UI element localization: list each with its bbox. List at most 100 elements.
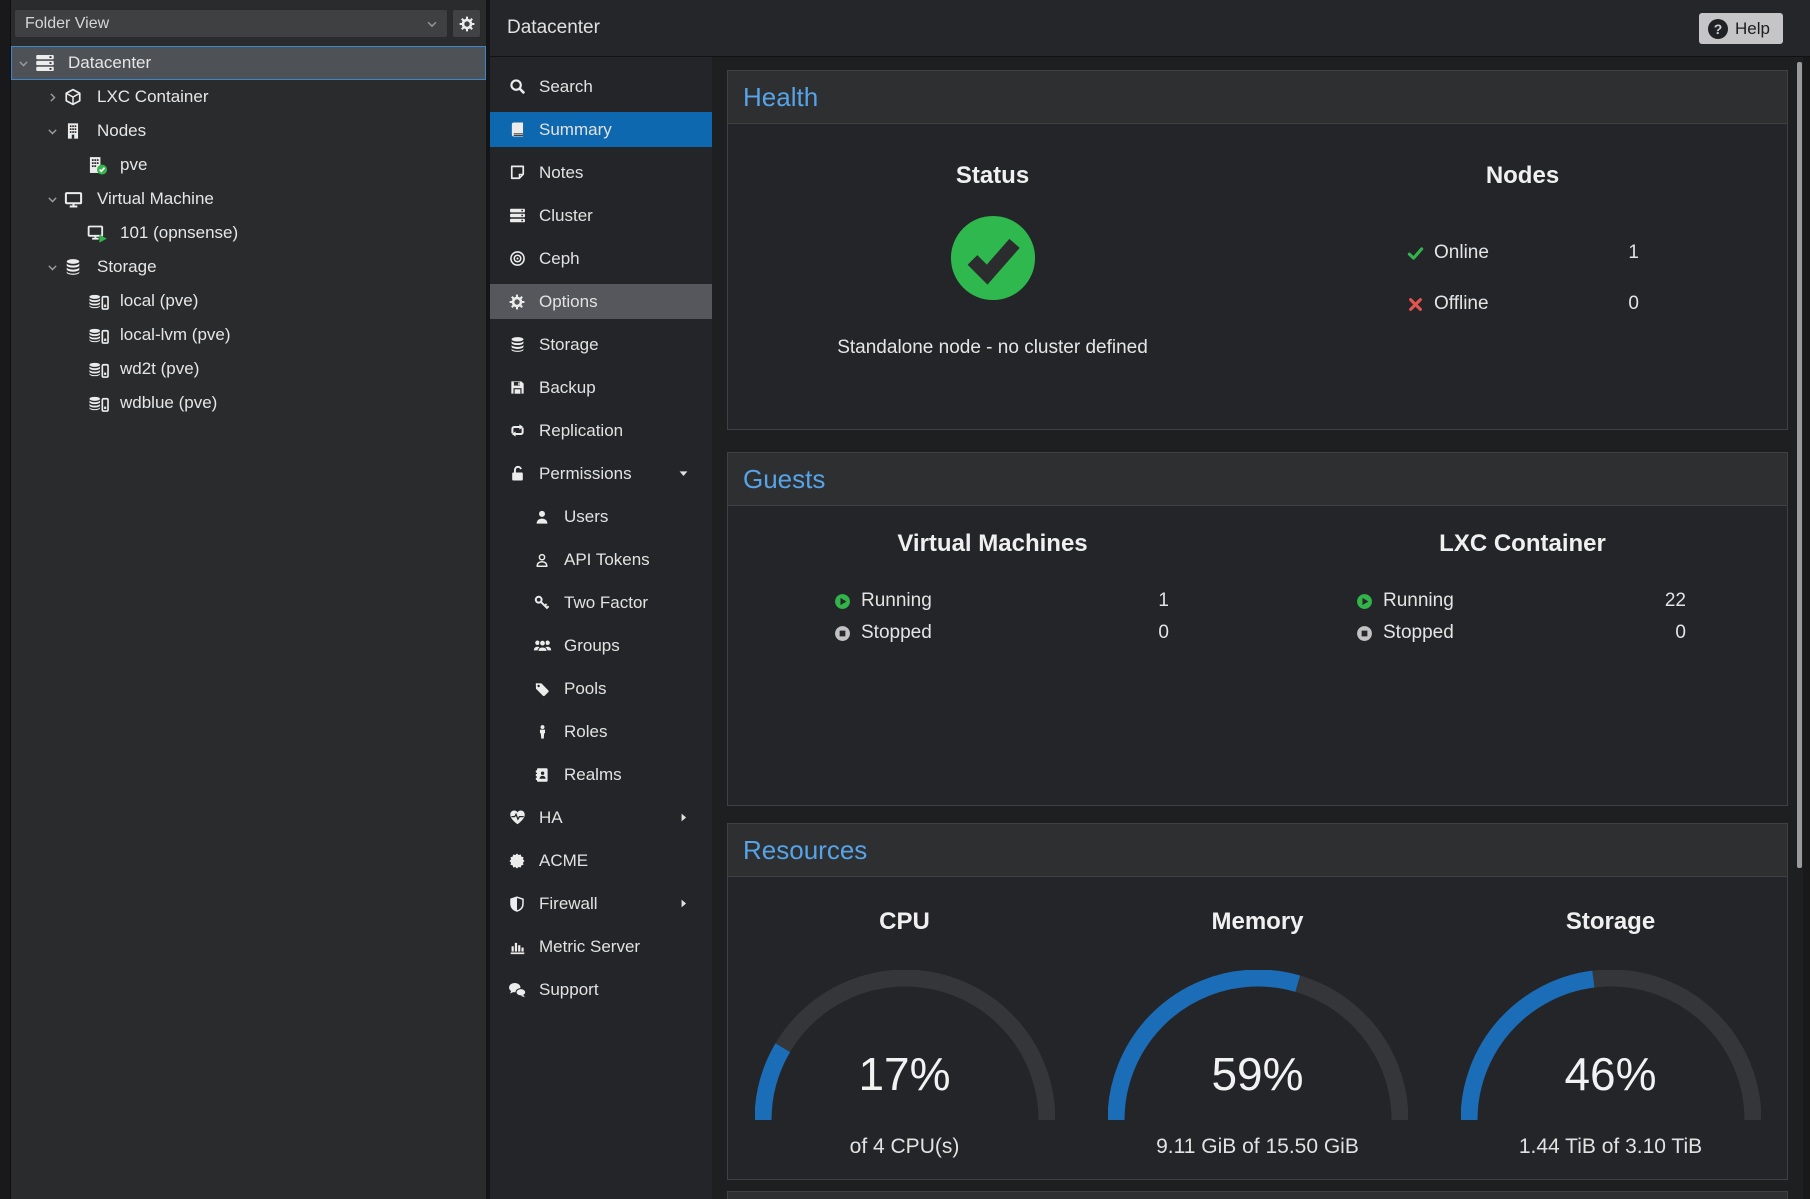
vm-running-row: Running 1 [834, 586, 1169, 616]
menu-item-summary[interactable]: Summary [490, 108, 712, 151]
expander-down-icon[interactable] [46, 125, 64, 138]
row-label: Stopped [861, 622, 932, 644]
tree-item-storage[interactable]: Storage [11, 250, 486, 284]
memory-gauge-title: Memory [1081, 908, 1434, 936]
tree-item-label: Virtual Machine [97, 189, 214, 209]
tree-item-storage-local-lvm[interactable]: local-lvm (pve) [11, 318, 486, 352]
stop-circle-icon [834, 625, 851, 642]
nodes-section: Nodes Online 1 Offline 0 [1258, 124, 1787, 428]
tree-item-nodes[interactable]: Nodes [11, 114, 486, 148]
caret-right-icon [677, 897, 690, 910]
menu-item-label: Groups [564, 636, 620, 656]
menu-item-label: Firewall [539, 894, 598, 914]
tree-item-label: wd2t (pve) [120, 359, 199, 379]
menu-item-api-tokens[interactable]: API Tokens [490, 538, 712, 581]
row-label: Offline [1434, 293, 1489, 315]
tree-item-datacenter[interactable]: Datacenter [11, 46, 486, 80]
status-section: Status Standalone node - no cluster defi… [728, 124, 1257, 428]
row-value: 1 [1628, 242, 1639, 264]
health-panel-header: Health [728, 71, 1787, 124]
content-topbar: Datacenter ? Help [490, 0, 1810, 57]
help-button[interactable]: ? Help [1699, 13, 1783, 44]
expander-right-icon[interactable] [46, 91, 64, 104]
menu-item-pools[interactable]: Pools [490, 667, 712, 710]
status-title: Status [728, 162, 1257, 190]
menu-item-notes[interactable]: Notes [490, 151, 712, 194]
expander-down-icon[interactable] [46, 261, 64, 274]
gear-icon [508, 293, 526, 310]
menu-item-realms[interactable]: Realms [490, 753, 712, 796]
guests-panel-body: Virtual Machines Running 1 Stopped 0 LXC… [728, 506, 1787, 804]
menu-item-metric-server[interactable]: Metric Server [490, 925, 712, 968]
floppy-icon [508, 379, 526, 396]
book-icon [508, 121, 526, 138]
guests-panel-title: Guests [743, 464, 825, 495]
menu-item-options[interactable]: Options [490, 280, 712, 323]
view-mode-value: Folder View [25, 15, 109, 33]
menu-item-firewall[interactable]: Firewall [490, 882, 712, 925]
tree-item-storage-local[interactable]: local (pve) [11, 284, 486, 318]
menu-item-users[interactable]: Users [490, 495, 712, 538]
play-circle-icon [834, 593, 851, 610]
desktop-play-icon [87, 224, 113, 243]
heartbeat-icon [508, 809, 526, 826]
expander-down-icon[interactable] [17, 57, 35, 70]
ceph-icon [508, 250, 526, 267]
summary-content: Health Status Standalone node - no clust… [712, 57, 1810, 1199]
menu-item-replication[interactable]: Replication [490, 409, 712, 452]
tree-item-vm-101[interactable]: 101 (opnsense) [11, 216, 486, 250]
gear-icon [459, 16, 475, 32]
storage-gauge: Storage 46% 1.44 TiB of 3.10 TiB [1434, 877, 1787, 1178]
menu-item-backup[interactable]: Backup [490, 366, 712, 409]
menu-item-groups[interactable]: Groups [490, 624, 712, 667]
resources-panel-body: CPU 17% of 4 CPU(s) Memory 59% 9.11 [728, 877, 1787, 1178]
expander-down-icon[interactable] [46, 193, 64, 206]
check-icon [1407, 245, 1424, 262]
menu-item-ceph[interactable]: Ceph [490, 237, 712, 280]
storage-gauge-title: Storage [1434, 908, 1787, 936]
vertical-scrollbar[interactable] [1797, 62, 1802, 868]
nodes-title: Nodes [1258, 162, 1787, 190]
menu-item-cluster[interactable]: Cluster [490, 194, 712, 237]
menu-item-label: Summary [539, 120, 612, 140]
tree-settings-button[interactable] [452, 9, 481, 38]
resources-panel: Resources CPU 17% of 4 CPU(s) Memory [727, 823, 1788, 1180]
cpu-gauge-title: CPU [728, 908, 1081, 936]
resources-panel-header: Resources [728, 824, 1787, 877]
caret-right-icon [677, 811, 690, 824]
tree-item-label: pve [120, 155, 147, 175]
cross-icon [1407, 296, 1424, 313]
datacenter-menu: Search Summary Notes Cluster Ceph Option… [490, 57, 712, 1011]
row-label: Online [1434, 242, 1489, 264]
tree-item-label: Storage [97, 257, 157, 277]
tree-item-label: local-lvm (pve) [120, 325, 231, 345]
server-icon [35, 53, 61, 73]
check-circle-icon [949, 214, 1037, 302]
memory-gauge-subtitle: 9.11 GiB of 15.50 GiB [1081, 1135, 1434, 1159]
menu-item-label: Support [539, 980, 599, 1000]
row-label: Running [861, 590, 932, 612]
window-right-edge [1803, 57, 1810, 1199]
menu-item-two-factor[interactable]: Two Factor [490, 581, 712, 624]
tree-item-storage-wd2t[interactable]: wd2t (pve) [11, 352, 486, 386]
vm-stopped-row: Stopped 0 [834, 618, 1169, 648]
building-icon [64, 122, 90, 140]
tree-item-virtual-machine[interactable]: Virtual Machine [11, 182, 486, 216]
menu-item-ha[interactable]: HA [490, 796, 712, 839]
tree-item-pve[interactable]: pve [11, 148, 486, 182]
nodes-rows: Online 1 Offline 0 [1407, 238, 1639, 340]
menu-item-search[interactable]: Search [490, 65, 712, 108]
menu-item-label: Ceph [539, 249, 580, 269]
menu-item-acme[interactable]: ACME [490, 839, 712, 882]
tree-item-lxc-container[interactable]: LXC Container [11, 80, 486, 114]
menu-item-label: Options [539, 292, 598, 312]
memory-gauge-percent: 59% [1081, 1047, 1434, 1101]
menu-item-roles[interactable]: Roles [490, 710, 712, 753]
menu-item-support[interactable]: Support [490, 968, 712, 1011]
page-title: Datacenter [507, 0, 600, 56]
tree-item-storage-wdblue[interactable]: wdblue (pve) [11, 386, 486, 420]
lxc-container-section: LXC Container Running 22 Stopped 0 [1258, 506, 1787, 804]
menu-item-storage[interactable]: Storage [490, 323, 712, 366]
menu-item-permissions[interactable]: Permissions [490, 452, 712, 495]
view-mode-select[interactable]: Folder View [14, 9, 448, 38]
